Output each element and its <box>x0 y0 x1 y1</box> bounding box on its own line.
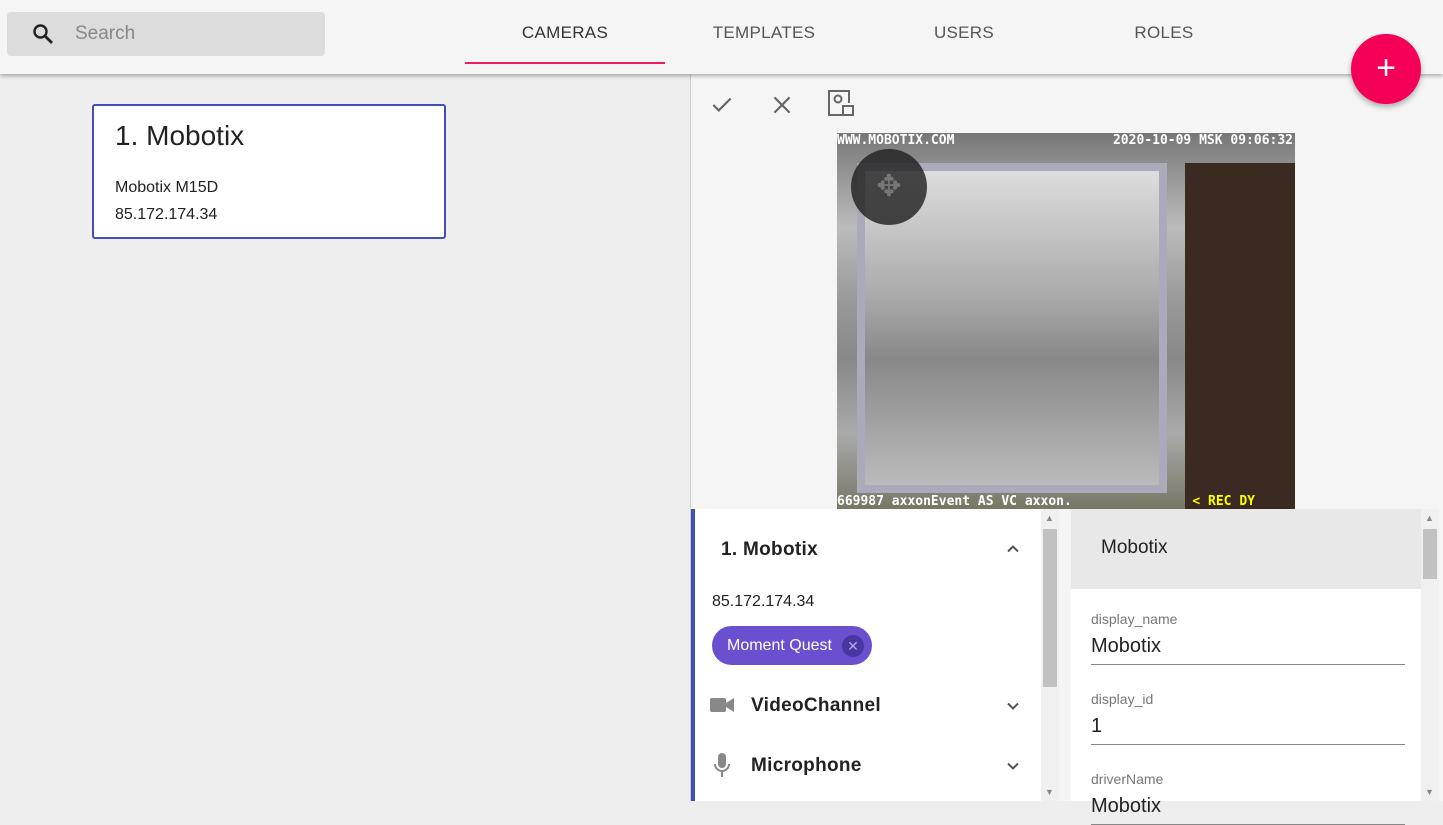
search-icon <box>33 24 53 44</box>
camera-detail: ✥ WWW.MOBOTIX.COM 2020-10-09 MSK 09:06:3… <box>690 74 1443 825</box>
device-tree: 1. Mobotix 85.172.174.34 Moment Quest ✕ V… <box>691 509 1041 801</box>
chip-remove-icon[interactable]: ✕ <box>841 634 864 657</box>
ptz-control-icon[interactable]: ✥ <box>851 149 927 225</box>
field-display-id[interactable]: display_id 1 <box>1091 691 1405 745</box>
tab-templates[interactable]: TEMPLATES <box>664 0 864 64</box>
chip-label: Moment Quest <box>727 636 832 654</box>
osd-bottom-left: 669987 axxonEvent AS VC axxon. <box>837 494 1072 509</box>
search-input[interactable] <box>75 23 295 45</box>
chevron-down-icon[interactable] <box>1003 756 1023 776</box>
field-label: display_id <box>1091 691 1154 707</box>
chevron-down-icon[interactable] <box>1003 696 1023 716</box>
settings-icon[interactable] <box>826 88 856 118</box>
field-label: driverName <box>1091 771 1164 787</box>
video-preview[interactable]: ✥ WWW.MOBOTIX.COM 2020-10-09 MSK 09:06:3… <box>837 133 1295 509</box>
video-scene-side <box>1185 163 1295 509</box>
field-value[interactable]: Mobotix <box>1091 787 1405 825</box>
field-value[interactable]: 1 <box>1091 707 1405 745</box>
tab-cameras[interactable]: CAMERAS <box>465 0 665 64</box>
chevron-up-icon[interactable] <box>1003 539 1023 559</box>
camera-ip: 85.172.174.34 <box>115 206 218 223</box>
field-label: display_name <box>1091 611 1178 627</box>
tab-roles[interactable]: ROLES <box>1064 0 1264 64</box>
camera-title: 1. Mobotix <box>115 120 245 151</box>
osd-top-left: WWW.MOBOTIX.COM <box>837 133 955 148</box>
device-tree-scrollbar[interactable]: ▲ ▼ <box>1041 509 1059 801</box>
properties-panel: Mobotix display_name Mobotix display_id 1 … <box>1071 509 1421 825</box>
microphone-icon <box>714 753 730 777</box>
template-chip[interactable]: Moment Quest ✕ <box>712 626 872 665</box>
close-icon[interactable] <box>769 92 795 118</box>
osd-timestamp: 2020-10-09 MSK 09:06:32 <box>1112 133 1293 148</box>
field-driver-name[interactable]: driverName Mobotix <box>1091 771 1405 825</box>
device-title[interactable]: 1. Mobotix <box>721 539 818 561</box>
add-button[interactable]: + <box>1351 34 1421 104</box>
tab-users[interactable]: USERS <box>864 0 1064 64</box>
search-box[interactable] <box>7 12 325 56</box>
field-value[interactable]: Mobotix <box>1091 627 1405 665</box>
camera-list: 1. Mobotix Mobotix M15D 85.172.174.34 <box>0 74 690 801</box>
properties-scrollbar[interactable]: ▲ ▼ <box>1421 509 1439 801</box>
section-microphone[interactable]: Microphone <box>751 755 862 777</box>
camera-card[interactable]: 1. Mobotix Mobotix M15D 85.172.174.34 <box>92 104 446 239</box>
properties-header: Mobotix <box>1071 509 1421 589</box>
osd-rec: < REC DY <box>1192 494 1255 509</box>
device-ip: 85.172.174.34 <box>712 593 815 610</box>
section-videochannel[interactable]: VideoChannel <box>751 695 881 717</box>
video-camera-icon <box>710 698 734 712</box>
check-icon[interactable] <box>709 92 735 118</box>
top-bar: CAMERAS TEMPLATES USERS ROLES <box>0 0 1443 74</box>
field-display-name[interactable]: display_name Mobotix <box>1091 611 1405 665</box>
camera-model: Mobotix M15D <box>115 179 219 196</box>
